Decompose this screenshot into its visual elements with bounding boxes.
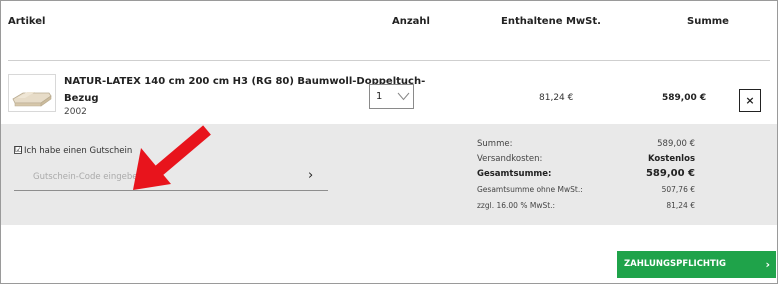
product-vat: 81,24 € (539, 93, 574, 103)
voucher-checkbox-label[interactable]: Ich habe einen Gutschein (24, 146, 132, 156)
mattress-image-icon (9, 75, 55, 111)
vat-total-label: zzgl. 16.00 % MwSt.: (477, 201, 556, 210)
voucher-checkbox[interactable]: ☑ (14, 146, 22, 154)
grand-total-value: 589,00 € (645, 168, 695, 179)
shipping-value: Kostenlos (647, 154, 695, 164)
product-number: 2002 (64, 107, 87, 117)
net-total-value: 507,76 € (661, 185, 695, 194)
product-thumbnail[interactable] (8, 74, 56, 112)
red-arrow-icon (133, 125, 211, 190)
remove-item-button[interactable]: × (739, 89, 761, 112)
quantity-value: 1 (376, 91, 383, 102)
chevron-down-icon (397, 92, 410, 101)
subtotal-value: 589,00 € (657, 139, 695, 149)
product-total: 589,00 € (662, 93, 707, 103)
header-quantity: Anzahl (392, 16, 430, 27)
quantity-select[interactable]: 1 (369, 84, 414, 109)
subtotal-label: Summe: (477, 139, 513, 149)
header-vat: Enthaltene MwSt. (501, 16, 601, 27)
vat-total-value: 81,24 € (666, 201, 695, 210)
voucher-submit-icon[interactable]: › (308, 168, 313, 183)
header-total: Summe (687, 16, 729, 27)
product-name-line2[interactable]: Bezug (64, 90, 99, 107)
grand-total-label: Gesamtsumme: (477, 169, 552, 179)
shipping-label: Versandkosten: (477, 154, 543, 164)
chevron-right-icon: › (765, 258, 770, 271)
net-total-label: Gesamtsumme ohne MwSt.: (477, 185, 583, 194)
place-order-button[interactable]: ZAHLUNGSPFLICHTIG BESTELLEN › (617, 251, 776, 278)
header-divider (8, 60, 770, 61)
header-article: Artikel (8, 16, 46, 27)
